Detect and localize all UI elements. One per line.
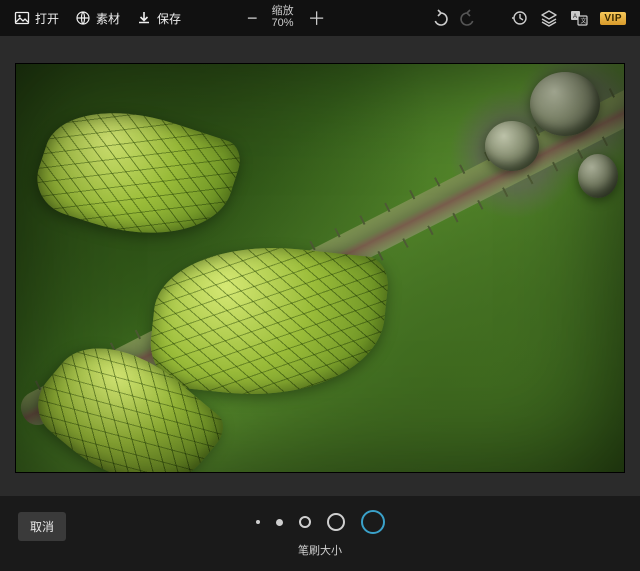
image-icon xyxy=(14,10,30,26)
open-button[interactable]: 打开 xyxy=(8,6,65,31)
brush-size-4[interactable] xyxy=(327,513,345,531)
bottom-bar: 取消 笔刷大小 xyxy=(0,496,640,571)
translate-button[interactable]: A 文 xyxy=(570,9,588,27)
globe-icon xyxy=(75,10,91,26)
brush-size-label: 笔刷大小 xyxy=(0,542,640,558)
svg-text:A: A xyxy=(573,14,577,20)
save-label: 保存 xyxy=(157,10,181,27)
save-button[interactable]: 保存 xyxy=(130,6,187,31)
history-button[interactable] xyxy=(510,9,528,27)
zoom-out-button[interactable]: − xyxy=(243,8,262,29)
zoom-value: 70% xyxy=(272,18,294,30)
undo-button[interactable] xyxy=(430,9,448,27)
brush-size-2[interactable] xyxy=(276,519,283,526)
brush-size-5-selected[interactable] xyxy=(361,510,385,534)
photo-content xyxy=(16,64,624,472)
right-icon-group: A 文 VIP xyxy=(430,9,632,27)
top-toolbar: 打开 素材 保存 − 缩放 70% ＋ xyxy=(0,0,640,36)
download-icon xyxy=(136,10,152,26)
zoom-in-button[interactable]: ＋ xyxy=(304,5,330,31)
svg-text:文: 文 xyxy=(581,17,587,25)
redo-button xyxy=(460,9,478,27)
open-label: 打开 xyxy=(35,10,59,27)
zoom-readout: 缩放 70% xyxy=(272,6,294,29)
brush-size-1[interactable] xyxy=(256,520,260,524)
assets-button[interactable]: 素材 xyxy=(69,6,126,31)
layers-button[interactable] xyxy=(540,9,558,27)
brush-size-3[interactable] xyxy=(299,516,311,528)
zoom-control: − 缩放 70% ＋ xyxy=(243,5,330,31)
assets-label: 素材 xyxy=(96,10,120,27)
canvas-area xyxy=(0,36,640,496)
brush-size-picker xyxy=(0,510,640,534)
vip-badge[interactable]: VIP xyxy=(600,12,626,25)
canvas[interactable] xyxy=(16,64,624,472)
